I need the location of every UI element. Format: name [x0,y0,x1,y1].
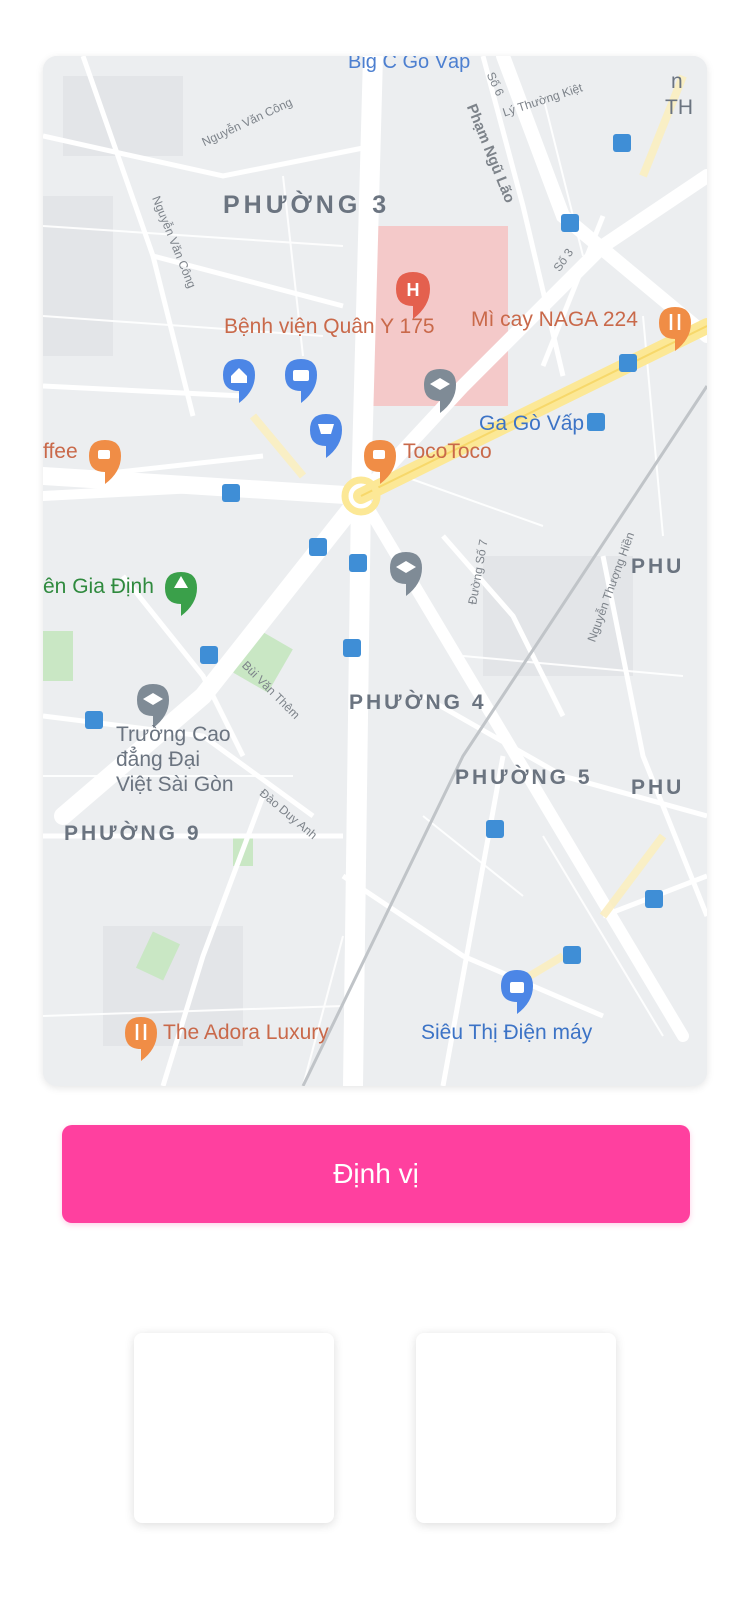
map-label: Siêu Thị Điện máy [421,1021,593,1044]
map-label: PHƯỜNG 5 [455,766,593,789]
map-label: Trường Cao [116,723,231,746]
map-label: Ga Gò Vấp [479,412,585,435]
map-label: The Adora Luxury [163,1021,329,1044]
map-label: Mì cay NAGA 224 [471,308,638,331]
photo-thumbnail-left[interactable] [134,1333,334,1523]
map-label: PHU [631,776,685,799]
map-label: TH [665,96,693,119]
map-label: ên Gia Định [43,575,154,598]
svg-text:H: H [407,280,420,300]
photo-thumbnail-right[interactable] [416,1333,616,1523]
map-label: TocoToco [403,440,492,463]
map-label: Big C Gò Vấp [348,56,471,73]
locate-button[interactable]: Định vị [62,1125,690,1223]
map-label: PHƯỜNG 4 [349,691,487,714]
map-label: PHU [631,555,685,578]
map-label: đẳng Đại [116,748,201,771]
map-label: PHƯỜNG 9 [64,822,202,845]
map-label: ffee [43,440,78,463]
map-label: Bệnh viện Quân Y 175 [224,315,435,338]
map-view[interactable]: H Big C Gò Vấp Nguyễn Văn Công Phạm Ngũ … [43,56,707,1086]
map-label: n [671,70,683,93]
map-label: PHƯỜNG 3 [223,191,391,219]
map-label: Việt Sài Gòn [116,773,234,796]
